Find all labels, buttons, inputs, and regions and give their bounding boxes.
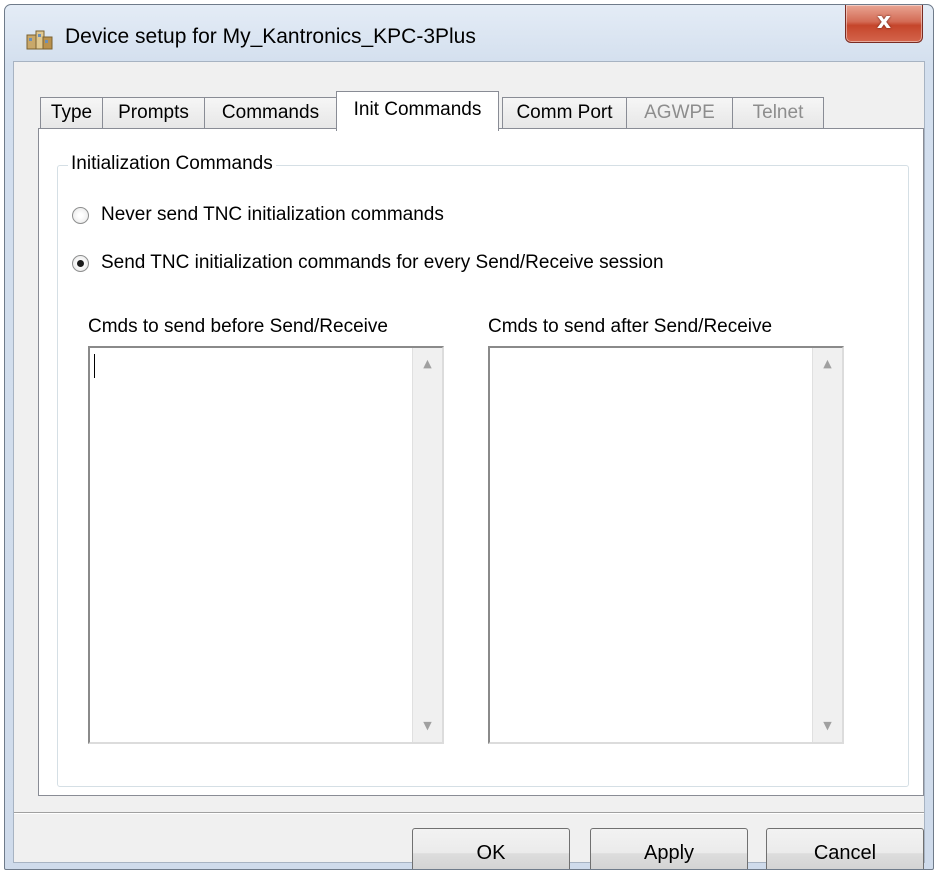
close-button[interactable]: x bbox=[845, 5, 923, 43]
vertical-scrollbar[interactable]: ▲ ▼ bbox=[412, 348, 442, 742]
vertical-scrollbar[interactable]: ▲ ▼ bbox=[812, 348, 842, 742]
tab-telnet: Telnet bbox=[732, 97, 824, 129]
group-legend: Initialization Commands bbox=[68, 153, 276, 175]
tab-prompts[interactable]: Prompts bbox=[102, 97, 205, 129]
before-commands-textarea[interactable]: ▲ ▼ bbox=[88, 346, 444, 744]
initialization-commands-group: Initialization Commands Never send TNC i… bbox=[57, 153, 909, 787]
radio-label: Send TNC initialization commands for eve… bbox=[101, 252, 664, 273]
tab-label: Commands bbox=[221, 102, 320, 123]
tab-label: Telnet bbox=[752, 102, 804, 123]
radio-button[interactable] bbox=[72, 254, 89, 272]
dialog-window: Device setup for My_Kantronics_KPC-3Plus… bbox=[4, 4, 934, 870]
tab-label: Type bbox=[50, 102, 93, 123]
after-commands-label: Cmds to send after Send/Receive bbox=[488, 316, 773, 337]
tab-label: AGWPE bbox=[644, 102, 715, 123]
before-commands-label: Cmds to send before Send/Receive bbox=[88, 316, 388, 337]
ok-button[interactable]: OK bbox=[412, 828, 570, 869]
apply-button[interactable]: Apply bbox=[590, 828, 748, 869]
tab-comm-port[interactable]: Comm Port bbox=[502, 97, 627, 129]
after-commands-textarea[interactable]: ▲ ▼ bbox=[488, 346, 844, 744]
scroll-down-arrow-icon[interactable]: ▼ bbox=[413, 714, 442, 738]
title-bar[interactable]: Device setup for My_Kantronics_KPC-3Plus… bbox=[5, 5, 933, 61]
scroll-down-arrow-icon[interactable]: ▼ bbox=[813, 714, 842, 738]
tab-init-commands[interactable]: Init Commands bbox=[336, 91, 499, 131]
init-commands-panel: Initialization Commands Never send TNC i… bbox=[38, 128, 924, 796]
tab-type[interactable]: Type bbox=[40, 97, 103, 129]
button-separator bbox=[14, 812, 924, 814]
close-icon: x bbox=[876, 9, 892, 34]
tab-commands[interactable]: Commands bbox=[204, 97, 337, 129]
cancel-button[interactable]: Cancel bbox=[766, 828, 924, 869]
dialog-client-area: Type Prompts Commands Init Commands Comm… bbox=[13, 61, 925, 869]
tab-label: Prompts bbox=[118, 102, 189, 123]
tab-label: Comm Port bbox=[516, 102, 613, 123]
scroll-up-arrow-icon[interactable]: ▲ bbox=[413, 352, 442, 376]
tab-agwpe: AGWPE bbox=[626, 97, 733, 129]
radio-never-send[interactable]: Never send TNC initialization commands bbox=[72, 202, 444, 228]
tab-label: Init Commands bbox=[353, 99, 482, 120]
radio-label: Never send TNC initialization commands bbox=[101, 204, 444, 225]
device-setup-icon bbox=[25, 27, 55, 53]
text-caret bbox=[94, 354, 95, 378]
window-title: Device setup for My_Kantronics_KPC-3Plus bbox=[65, 25, 476, 48]
radio-button[interactable] bbox=[72, 206, 89, 224]
radio-send-every-session[interactable]: Send TNC initialization commands for eve… bbox=[72, 250, 664, 276]
scroll-up-arrow-icon[interactable]: ▲ bbox=[813, 352, 842, 376]
